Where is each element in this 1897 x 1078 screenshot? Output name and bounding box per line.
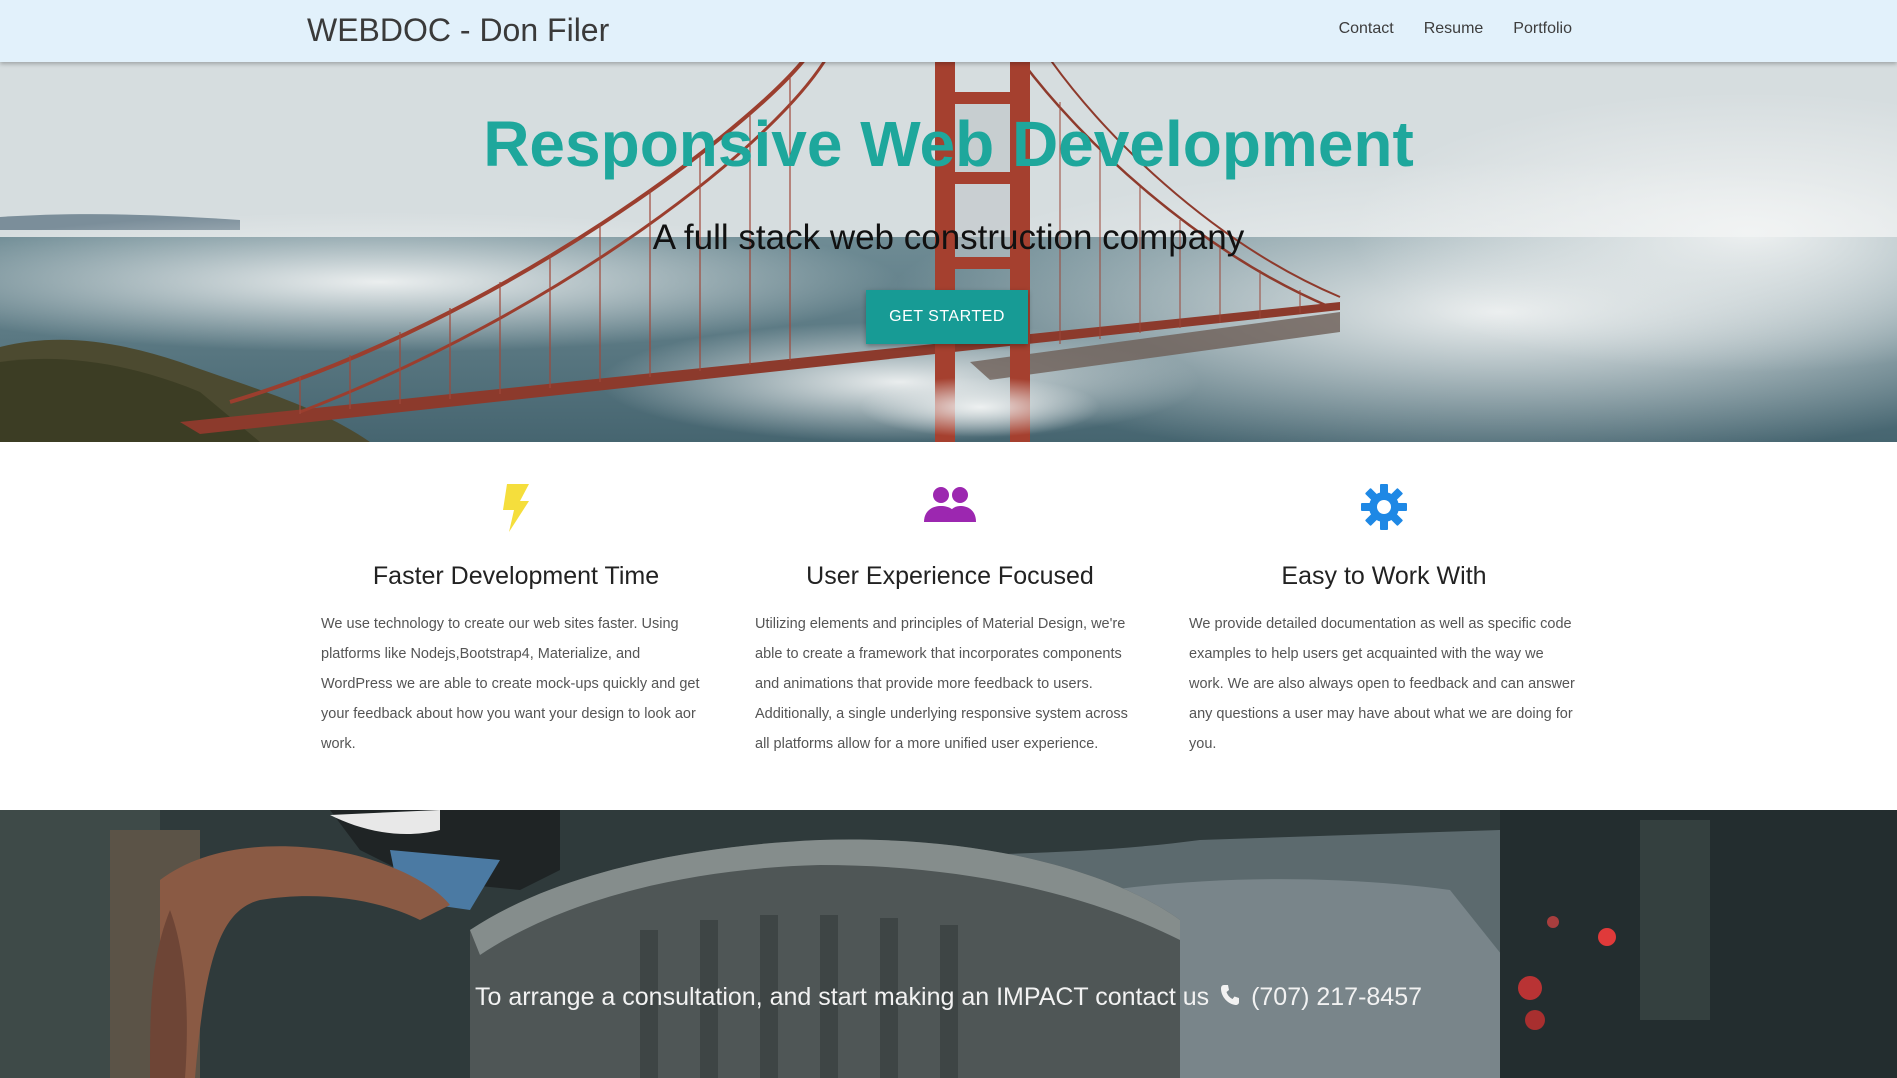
feature-description: We use technology to create our web site… [321, 616, 700, 752]
nav-links: Contact Resume Portfolio [1339, 20, 1572, 38]
navbar: WEBDOC - Don Filer Contact Resume Portfo… [0, 0, 1897, 62]
contact-banner: To arrange a consultation, and start mak… [0, 810, 1897, 1078]
contact-line: To arrange a consultation, and start mak… [0, 983, 1897, 1013]
hero-title: Responsive Web Development [483, 108, 1414, 180]
feature-description: We provide detailed documentation as wel… [1189, 616, 1575, 752]
features-section: Faster Development Time We use technolog… [0, 442, 1897, 810]
feature-title: Easy to Work With [1281, 562, 1487, 590]
feature-description: Utilizing elements and principles of Mat… [755, 616, 1128, 752]
phone-icon [1220, 984, 1240, 1013]
feature-title: User Experience Focused [806, 562, 1094, 590]
gear-icon [1361, 484, 1407, 530]
people-group-icon [924, 487, 976, 522]
hero-subtitle: A full stack web construction company [652, 218, 1245, 257]
feature-card-user-experience: User Experience Focused Utilizing elemen… [755, 442, 1145, 759]
nav-link-resume[interactable]: Resume [1424, 20, 1484, 38]
phone-number-link[interactable]: (707) 217-8457 [1251, 983, 1422, 1011]
lightning-bolt-icon [503, 484, 529, 532]
feature-title: Faster Development Time [372, 562, 660, 590]
feature-card-easy-to-work-with: Easy to Work With We provide detailed do… [1189, 442, 1579, 759]
contact-text: To arrange a consultation, and start mak… [474, 983, 1210, 1011]
get-started-button[interactable]: GET STARTED [866, 290, 1028, 344]
nav-link-contact[interactable]: Contact [1339, 20, 1394, 38]
brand-logo-text[interactable]: WEBDOC - Don Filer [307, 12, 609, 49]
nav-link-portfolio[interactable]: Portfolio [1513, 20, 1572, 38]
city-street-background [0, 810, 1897, 1078]
hero-section: Responsive Web Development A full stack … [0, 62, 1897, 442]
feature-card-faster-development: Faster Development Time We use technolog… [321, 442, 711, 759]
